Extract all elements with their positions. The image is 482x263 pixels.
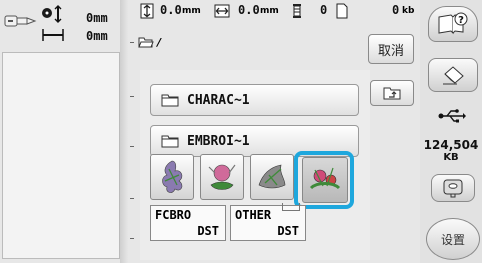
embroidery-design-icon: [309, 167, 341, 190]
current-path: /: [156, 35, 163, 49]
pattern-height-value: 0mm: [86, 11, 108, 25]
folder-icon: [161, 135, 179, 148]
embroidery-thumbnail[interactable]: [150, 154, 194, 200]
folder-up-button[interactable]: [370, 80, 414, 106]
width-unit: mm: [260, 6, 279, 16]
folder-up-icon: [383, 87, 401, 100]
memory-value: 0: [392, 3, 400, 17]
memory-unit: kb: [402, 6, 415, 16]
folder-name: CHARAC~1: [187, 92, 250, 108]
path-bar: /: [138, 34, 358, 50]
pattern-preview-panel: [2, 52, 120, 259]
embroidery-thumbnail[interactable]: [200, 154, 244, 200]
size-info-area: 0mm 0mm: [0, 0, 120, 48]
thread-spool-icon: [293, 4, 301, 18]
frame-tick: [130, 42, 134, 43]
width-readout: 0.0: [238, 3, 260, 17]
center-frame: [120, 0, 128, 263]
folder-name: EMBROI~1: [187, 133, 250, 149]
height-unit: mm: [182, 6, 201, 16]
settings-button[interactable]: 设置: [426, 218, 480, 260]
embroidery-thumbnail-selected[interactable]: [302, 157, 348, 203]
delete-button[interactable]: [428, 58, 478, 92]
embroidery-design-icon: [162, 160, 183, 193]
color-document-icon: [336, 3, 348, 19]
width-height-size-icon: [42, 5, 64, 41]
folder-open-icon: [138, 37, 154, 48]
frame-tick: [130, 96, 134, 97]
frame-tick: [130, 238, 134, 239]
file-name: FCBRO: [155, 208, 192, 222]
machine-presser-icon: [4, 15, 37, 27]
frame-tick: [130, 146, 134, 147]
usb-icon: [438, 109, 466, 123]
embroidery-design-icon: [258, 164, 286, 189]
cancel-button[interactable]: 取消: [368, 34, 414, 64]
usb-media-icon: [443, 179, 463, 198]
embroidery-design-icon: [208, 164, 236, 190]
svg-text:?: ?: [458, 15, 464, 26]
stitch-count: 0: [320, 3, 328, 17]
usb-media-button[interactable]: [431, 174, 475, 202]
usb-capacity-unit: KB: [443, 152, 459, 163]
frame-bracket: [282, 203, 300, 211]
eraser-icon: [443, 66, 464, 85]
frame-tick: [130, 198, 134, 199]
height-arrow-icon: [140, 3, 154, 19]
embroidery-screen: 0mm 0mm 0.0 mm 0.0 mm 0 0 kb / 取消 CHARAC…: [0, 0, 482, 263]
settings-button-label: 设置: [440, 232, 465, 247]
folder-item[interactable]: CHARAC~1: [150, 84, 359, 116]
file-extension: DST: [277, 224, 299, 238]
height-readout: 0.0: [160, 3, 182, 17]
usb-capacity: 124,504: [423, 138, 479, 152]
embroidery-thumbnail[interactable]: [250, 154, 294, 200]
file-name: OTHER: [235, 208, 272, 222]
help-book-icon: ?: [438, 12, 468, 35]
file-item[interactable]: FCBRO DST: [150, 205, 226, 241]
help-button[interactable]: ?: [428, 6, 478, 42]
folder-icon: [161, 94, 179, 107]
top-status-bar: 0.0 mm 0.0 mm 0 0 kb: [134, 0, 420, 22]
cancel-button-label: 取消: [377, 43, 404, 59]
width-arrow-icon: [214, 4, 230, 18]
file-extension: DST: [197, 224, 219, 238]
pattern-width-value: 0mm: [86, 29, 108, 43]
